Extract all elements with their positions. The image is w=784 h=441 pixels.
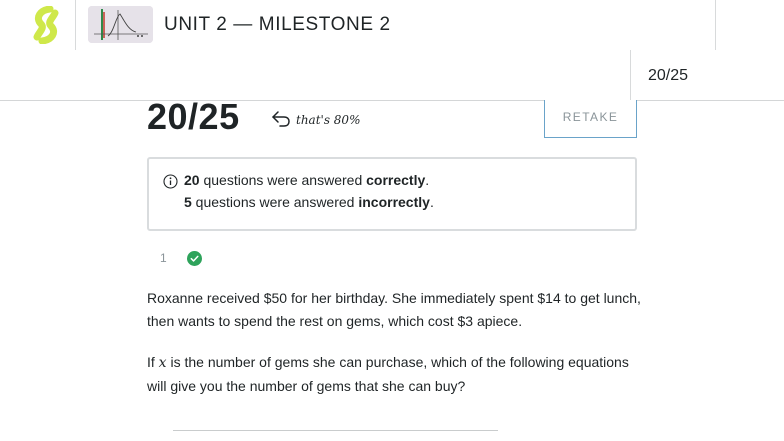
incorrect-count: 5 — [184, 194, 192, 210]
score-summary-small: 20/25 — [648, 67, 689, 84]
correct-period: . — [425, 172, 430, 188]
check-icon — [187, 251, 202, 266]
results-summary-box: 20 questions were answered correctly. 5 … — [147, 157, 637, 231]
correct-count: 20 — [184, 172, 200, 188]
incorrect-text: questions were answered — [191, 194, 359, 210]
score-large: 20/25 — [147, 96, 240, 137]
score-bar-divider — [630, 50, 631, 100]
question-number[interactable]: 1 — [160, 251, 167, 265]
correct-word: correctly — [366, 172, 426, 188]
header-divider-right — [715, 0, 716, 50]
unit-thumbnail — [88, 6, 153, 43]
info-icon — [163, 174, 178, 189]
correct-summary: 20 questions were answered correctly. — [184, 172, 429, 188]
correct-text: questions were answered — [199, 172, 367, 188]
variable-x: x — [158, 355, 167, 371]
incorrect-word: incorrectly — [358, 194, 430, 210]
question-paragraph-1: Roxanne received $50 for her birthday. S… — [147, 290, 641, 329]
retake-button[interactable]: RETAKE — [544, 100, 637, 138]
question-text-start: If — [147, 354, 159, 370]
header-divider — [75, 0, 76, 50]
question-paragraph-2: If x is the number of gems she can purch… — [147, 351, 647, 398]
page-title: UNIT 2 — MILESTONE 2 — [164, 14, 391, 35]
incorrect-period: . — [429, 194, 434, 210]
question-text-end: is the number of gems she can purchase, … — [147, 354, 629, 394]
logo-icon[interactable] — [30, 6, 62, 44]
thumbnail-graph-icon — [88, 6, 153, 43]
incorrect-summary: 5 questions were answered incorrectly. — [184, 194, 434, 210]
answer-divider — [173, 430, 498, 431]
percent-note: that's 80% — [296, 113, 361, 127]
top-header: UNIT 2 — MILESTONE 2 — [0, 0, 784, 50]
back-arrow-icon — [272, 111, 290, 127]
